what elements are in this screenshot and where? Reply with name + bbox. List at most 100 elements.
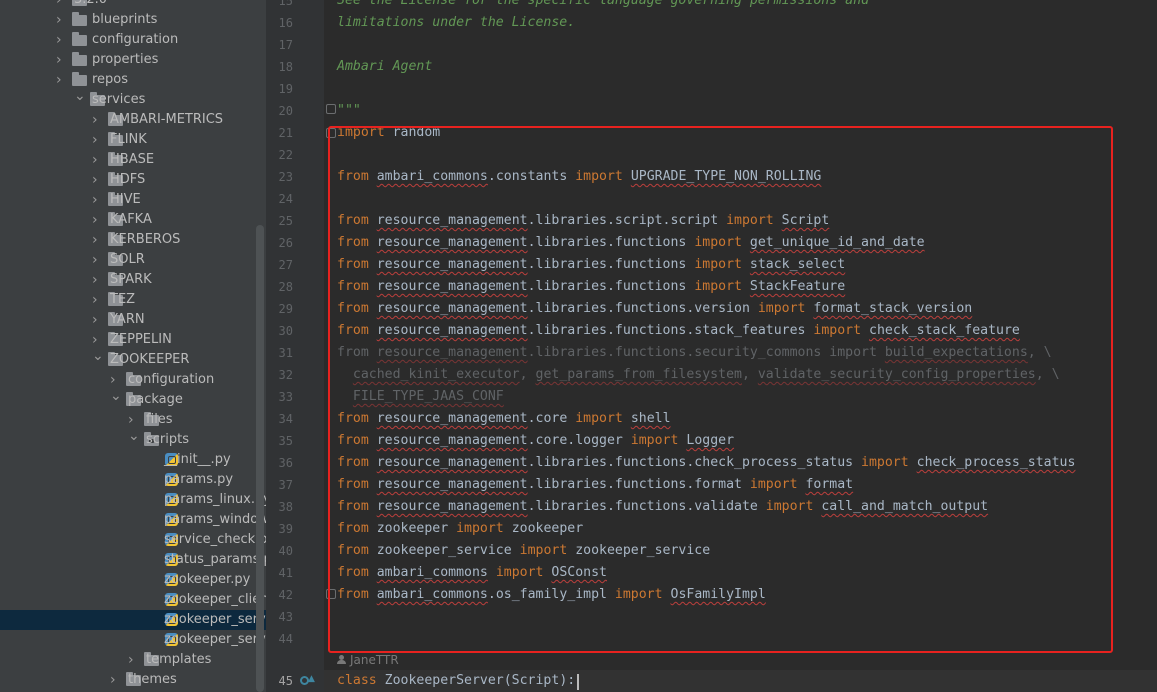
tree-item[interactable]: ⌄ package [0,388,266,410]
chevron-right-icon[interactable]: › [56,10,68,30]
code-line[interactable]: cached_kinit_executor, get_params_from_f… [337,364,1060,386]
tree-item[interactable]: › KERBEROS [0,230,266,250]
tree-item[interactable]: › repos [0,70,266,90]
tree-item[interactable]: › configuration [0,370,266,390]
tree-item-label: blueprints [92,12,158,27]
code-line[interactable]: class ZookeeperServer(Script): [337,670,575,692]
code-line[interactable]: from zookeeper import zookeeper [337,518,583,540]
fold-marker-imports-start[interactable] [326,128,336,138]
project-tree-scrollbar[interactable] [256,225,264,692]
tree-item-label: TEZ [110,292,136,307]
code-line[interactable]: from resource_management.core import she… [337,408,671,430]
chevron-right-icon[interactable]: › [92,290,104,310]
tree-item[interactable]: ⌄ services [0,88,266,110]
line-number: 38 [278,500,293,514]
tree-item[interactable]: ⌄ ZOOKEEPER [0,348,266,370]
tree-item[interactable]: › properties [0,50,266,70]
tree-item[interactable]: status_params.py [0,550,266,570]
line-number: 18 [278,60,293,74]
tree-item[interactable]: params_linux.py [0,490,266,510]
tree-item[interactable]: › TEZ [0,290,266,310]
code-line[interactable]: See the License for the specific languag… [337,0,869,12]
chevron-right-icon[interactable]: › [92,230,104,250]
tree-item[interactable]: zookeeper.py [0,570,266,590]
chevron-right-icon[interactable]: › [56,30,68,50]
code-line[interactable]: from resource_management.libraries.funct… [337,254,845,276]
code-line[interactable]: FILE_TYPE_JAAS_CONF [337,386,504,408]
code-line[interactable]: from resource_management.libraries.funct… [337,320,1020,342]
fold-marker-imports-end[interactable] [326,589,336,599]
chevron-right-icon[interactable]: › [92,310,104,330]
tree-item-label: SOLR [110,252,145,267]
code-line[interactable]: from zookeeper_service import zookeeper_… [337,540,710,562]
chevron-right-icon[interactable]: › [110,670,122,690]
tree-item[interactable]: › HDFS [0,170,266,190]
tree-item[interactable]: › 3.2.0 [0,0,266,10]
project-tree-panel: ›3.2.0›blueprints›configuration›properti… [0,0,266,692]
code-line[interactable]: Ambari Agent [337,56,432,78]
code-line[interactable]: """ [337,100,361,122]
chevron-right-icon[interactable]: › [92,170,104,190]
chevron-right-icon[interactable]: › [56,50,68,70]
code-line[interactable]: from resource_management.libraries.funct… [337,342,1052,364]
chevron-right-icon[interactable]: › [56,0,68,10]
code-line[interactable]: from resource_management.libraries.funct… [337,232,925,254]
tree-item[interactable]: › themes [0,670,266,690]
tree-item[interactable]: › SPARK [0,270,266,290]
tree-item-label: scripts [146,432,189,447]
tree-item[interactable]: › HIVE [0,190,266,210]
tree-item[interactable]: › AMBARI-METRICS [0,110,266,130]
chevron-down-icon[interactable]: ⌄ [128,426,140,446]
chevron-right-icon[interactable]: › [92,190,104,210]
code-line[interactable]: from resource_management.libraries.funct… [337,452,1075,474]
chevron-right-icon[interactable]: › [92,110,104,130]
chevron-right-icon[interactable]: › [92,270,104,290]
tree-item-label: params.py [164,472,234,487]
tree-item[interactable]: params_windows.py [0,510,266,530]
tree-item[interactable]: zookeeper_service.py [0,630,266,650]
tree-item[interactable]: params.py [0,470,266,490]
code-line[interactable]: from resource_management.libraries.funct… [337,496,988,518]
code-author-hint[interactable]: JaneTTR [337,652,399,668]
chevron-down-icon[interactable]: ⌄ [74,86,86,106]
tree-item-label: package [128,392,183,407]
code-line[interactable]: from ambari_commons.constants import UPG… [337,166,821,188]
code-line[interactable]: import random [337,122,440,144]
tree-item-label: properties [92,52,159,67]
fold-marker-docstring[interactable] [326,104,336,114]
code-line[interactable]: from resource_management.libraries.scrip… [337,210,829,232]
tree-item[interactable]: zookeeper_server.py [0,610,266,630]
tree-item[interactable]: service_check.py [0,530,266,550]
chevron-right-icon[interactable]: › [128,650,140,670]
tree-item[interactable]: › configuration [0,30,266,50]
tree-item[interactable]: › KAFKA [0,210,266,230]
code-line[interactable]: from resource_management.libraries.funct… [337,474,853,496]
line-number: 26 [278,236,293,250]
tree-item[interactable]: ⌄ scripts [0,428,266,450]
chevron-right-icon[interactable]: › [92,210,104,230]
tree-item[interactable]: › FLINK [0,130,266,150]
tree-item-label: HBASE [110,152,155,167]
code-line[interactable]: from resource_management.core.logger imp… [337,430,734,452]
code-line[interactable]: from ambari_commons.os_family_impl impor… [337,584,766,606]
chevron-right-icon[interactable]: › [56,70,68,90]
chevron-right-icon[interactable]: › [92,250,104,270]
implemented-override-icon[interactable]: ▲ [300,675,315,688]
tree-item[interactable]: › HBASE [0,150,266,170]
chevron-right-icon[interactable]: › [92,130,104,150]
chevron-down-icon[interactable]: ⌄ [92,346,104,366]
tree-item[interactable]: › YARN [0,310,266,330]
tree-item-label: files [146,412,173,427]
tree-item[interactable]: › SOLR [0,250,266,270]
tree-item[interactable]: › ZEPPELIN [0,330,266,350]
code-line[interactable]: from resource_management.libraries.funct… [337,276,845,298]
code-line[interactable]: from ambari_commons import OSConst [337,562,607,584]
code-line[interactable]: limitations under the License. [337,12,575,34]
chevron-down-icon[interactable]: ⌄ [110,386,122,406]
code-line[interactable]: from resource_management.libraries.funct… [337,298,972,320]
tree-item[interactable]: __init__.py [0,450,266,470]
tree-item[interactable]: › blueprints [0,10,266,30]
tree-item[interactable]: › templates [0,650,266,670]
chevron-right-icon[interactable]: › [92,150,104,170]
tree-item[interactable]: zookeeper_client.py [0,590,266,610]
